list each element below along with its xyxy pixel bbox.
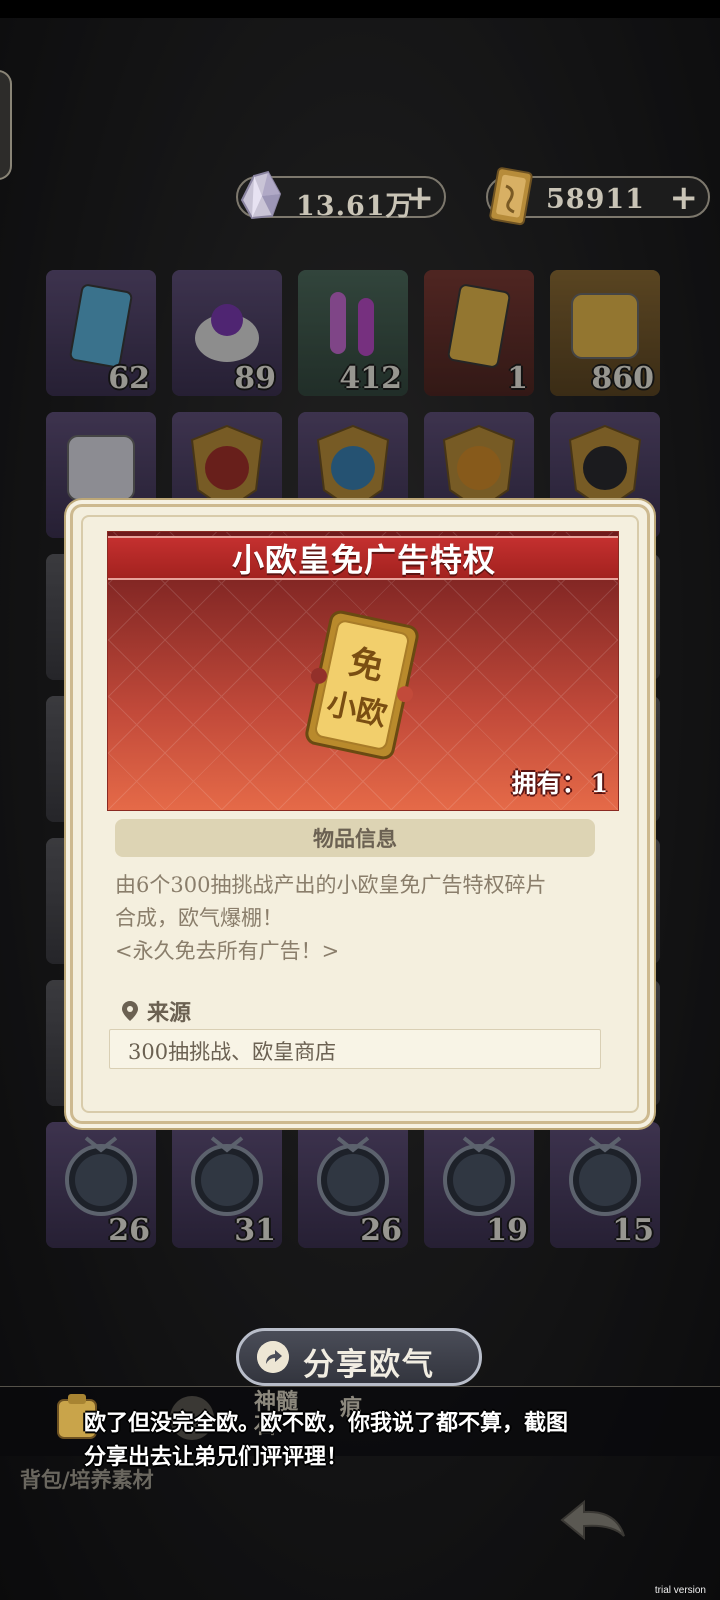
watermark: trial version	[654, 1585, 706, 1596]
side-frame-tab[interactable]	[0, 70, 12, 180]
item-title: 小欧皇免广告特权	[231, 541, 496, 579]
source-label: 来源	[147, 1000, 192, 1026]
ticket-currency: 58911 +	[486, 167, 710, 226]
add-diamond-button[interactable]: +	[406, 178, 435, 218]
owned-count: 拥有： 1	[508, 764, 608, 800]
potion-vial-icon	[330, 292, 374, 356]
crystal-egg-icon	[195, 304, 259, 362]
description-line: <永久免去所有广告！>	[115, 939, 340, 963]
ticket-value: 58911	[546, 184, 645, 215]
location-pin-icon	[122, 1001, 138, 1021]
share-luck-button[interactable]: 分享欧气	[236, 1328, 482, 1386]
character-medallion-icon	[569, 1136, 641, 1216]
inventory-slot[interactable]: 412	[298, 270, 408, 396]
item-count: 62	[108, 361, 150, 396]
inventory-slot[interactable]: 1	[424, 270, 534, 396]
share-tip-text: 欧了但没完全欧。欧不欧，你我说了都不算，截图 分享出去让弟兄们评评理！	[84, 1406, 644, 1474]
ad-free-ticket-gold-icon: 免 小欧	[305, 610, 419, 760]
scroll-silver-icon	[67, 435, 135, 501]
badge-blue-icon	[316, 424, 390, 512]
item-count: 31	[234, 1213, 276, 1248]
ad-free-ticket-blue-icon	[69, 284, 133, 368]
inventory-slot[interactable]: 31	[172, 1122, 282, 1248]
item-detail-modal: 小欧皇免广告特权 免 小欧 拥有： 1 物品信息 由6个300抽挑战产出的小欧皇免…	[70, 504, 650, 1124]
inventory-slot[interactable]: 62	[46, 270, 156, 396]
inventory-slot[interactable]: 19	[424, 1122, 534, 1248]
back-arrow-icon[interactable]	[558, 1496, 630, 1546]
item-count: 26	[360, 1213, 402, 1248]
badge-red-icon	[190, 424, 264, 512]
diamond-currency: 13.61万 +	[236, 170, 446, 222]
owned-number: 1	[590, 769, 608, 798]
item-description: 由6个300抽挑战产出的小欧皇免广告特权碎片 合成，欧气爆棚！ <永久免去所有广…	[115, 869, 605, 968]
item-info-header: 物品信息	[115, 819, 595, 857]
inventory-slot[interactable]: 26	[298, 1122, 408, 1248]
tip-line: 分享出去让弟兄们评评理！	[84, 1444, 349, 1470]
add-ticket-button[interactable]: +	[670, 178, 699, 218]
character-medallion-icon	[443, 1136, 515, 1216]
inventory-slot[interactable]: 15	[550, 1122, 660, 1248]
tip-line: 欧了但没完全欧。欧不欧，你我说了都不算，截图	[84, 1410, 569, 1436]
scroll-gold-icon	[571, 293, 639, 359]
share-arrow-icon	[257, 1341, 289, 1373]
source-value[interactable]: 300抽挑战、欧皇商店	[109, 1029, 601, 1069]
character-medallion-icon	[191, 1136, 263, 1216]
badge-orange-icon	[442, 424, 516, 512]
item-count: 1	[507, 361, 528, 396]
description-line: 合成，欧气爆棚！	[115, 906, 283, 930]
item-count: 15	[612, 1213, 654, 1248]
diamond-value: 13.61万	[296, 191, 414, 222]
character-medallion-icon	[317, 1136, 389, 1216]
ad-free-ticket-gold-icon	[447, 284, 511, 368]
ticket-icon	[489, 167, 533, 226]
crystal-icon	[240, 170, 282, 220]
share-button-label: 分享欧气	[303, 1347, 435, 1383]
owned-label: 拥有：	[511, 769, 587, 798]
inventory-slot[interactable]: 26	[46, 1122, 156, 1248]
item-hero-banner: 小欧皇免广告特权 免 小欧 拥有： 1	[107, 531, 619, 811]
character-medallion-icon	[65, 1136, 137, 1216]
item-count: 860	[591, 361, 654, 396]
description-line: 由6个300抽挑战产出的小欧皇免广告特权碎片	[115, 873, 547, 897]
item-count: 26	[108, 1213, 150, 1248]
inventory-slot[interactable]: 89	[172, 270, 282, 396]
item-count: 89	[234, 361, 276, 396]
item-count: 19	[486, 1213, 528, 1248]
title-bar: 小欧皇免广告特权	[108, 536, 618, 580]
inventory-slot[interactable]: 860	[550, 270, 660, 396]
badge-dark-icon	[568, 424, 642, 512]
item-count: 412	[339, 361, 402, 396]
source-heading: 来源	[121, 995, 191, 1027]
